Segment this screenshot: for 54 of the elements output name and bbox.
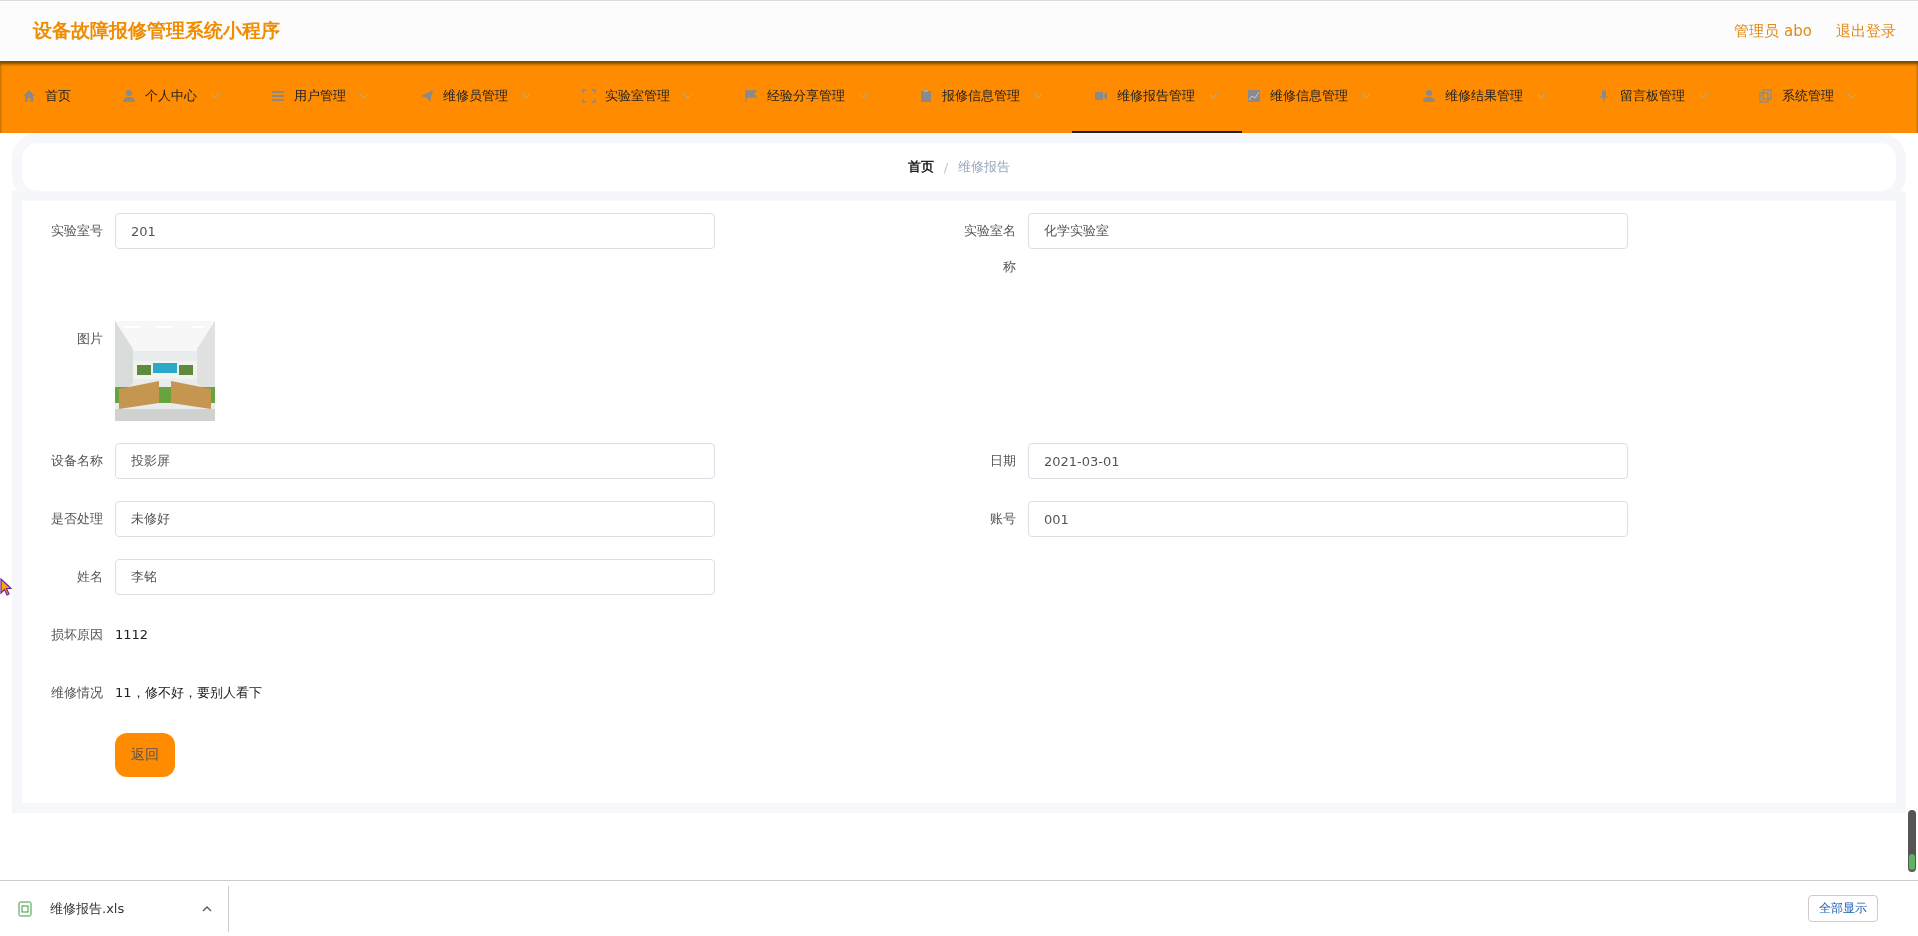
home-icon: [22, 89, 36, 103]
field-label: 损坏原因: [50, 626, 104, 644]
clipboard-icon: [919, 89, 933, 103]
field-label: 实验室名称: [963, 222, 1017, 276]
nav-menu-item[interactable]: 维修报告管理: [1072, 61, 1242, 133]
field-label: 设备名称: [50, 452, 104, 470]
nav-menu-item[interactable]: 首页: [22, 61, 95, 133]
field-label: 账号: [989, 510, 1017, 528]
input-field[interactable]: 投影屏: [115, 443, 715, 479]
frame-corners-icon: [582, 89, 596, 103]
person-icon: [122, 89, 136, 103]
input-field[interactable]: 李铭: [115, 559, 715, 595]
nav-menu-item[interactable]: 实验室管理: [582, 61, 717, 133]
nav-menu-item[interactable]: 系统管理: [1759, 61, 1881, 133]
copy-icon: [1759, 89, 1773, 103]
nav-menu-item[interactable]: 经验分享管理: [744, 61, 892, 133]
nav-menu-item[interactable]: 个人中心: [122, 61, 244, 133]
field-label: 姓名: [76, 568, 104, 586]
input-field[interactable]: 001: [1028, 501, 1628, 537]
field-value: 11，修不好，要别人看下: [115, 684, 262, 702]
nav-menu-item[interactable]: 用户管理: [271, 61, 393, 133]
microphone-icon: [1597, 89, 1611, 103]
paper-plane-icon: [420, 89, 434, 103]
scrollbar-drawing[interactable]: [1908, 810, 1916, 872]
file-name: 维修报告.xls: [50, 899, 126, 918]
flag-icon: [744, 89, 758, 103]
nav-menu-item[interactable]: 报修信息管理: [919, 61, 1067, 133]
nav-menu-item[interactable]: 留言板管理: [1597, 61, 1732, 133]
show-all-button[interactable]: 全部显示: [1808, 895, 1878, 922]
caret-up-icon[interactable]: [202, 905, 212, 912]
field-label: 是否处理: [50, 510, 104, 528]
input-field[interactable]: 未修好: [115, 501, 715, 537]
field-label: 日期: [989, 452, 1017, 470]
breadcrumb-item[interactable]: 首页: [907, 158, 934, 176]
field-label: 图片: [76, 330, 104, 348]
nav-menu-item[interactable]: 维修结果管理: [1422, 61, 1570, 133]
list-icon: [271, 89, 285, 103]
download-item[interactable]: 维修报告.xls: [0, 899, 228, 918]
breadcrumb-separator: /: [943, 159, 949, 175]
nav-menu-item[interactable]: 维修员管理: [420, 61, 555, 133]
video-camera-icon: [1094, 89, 1108, 103]
app-title: 设备故障报修管理系统小程序: [33, 18, 280, 43]
breadcrumb-item: 维修报告: [958, 158, 1011, 176]
nav-menu-item[interactable]: 维修信息管理: [1247, 61, 1395, 133]
field-label: 维修情况: [50, 684, 104, 702]
person-icon: [1422, 89, 1436, 103]
input-field[interactable]: 化学实验室: [1028, 213, 1628, 249]
field-label: 实验室号: [50, 222, 104, 240]
mouse-cursor-icon: [0, 578, 12, 596]
field-value: 1112: [115, 626, 149, 644]
input-field[interactable]: 2021-03-01: [1028, 443, 1628, 479]
chart-icon: [1247, 89, 1261, 103]
input-field[interactable]: 201: [115, 213, 715, 249]
spreadsheet-file-icon: [18, 900, 32, 917]
